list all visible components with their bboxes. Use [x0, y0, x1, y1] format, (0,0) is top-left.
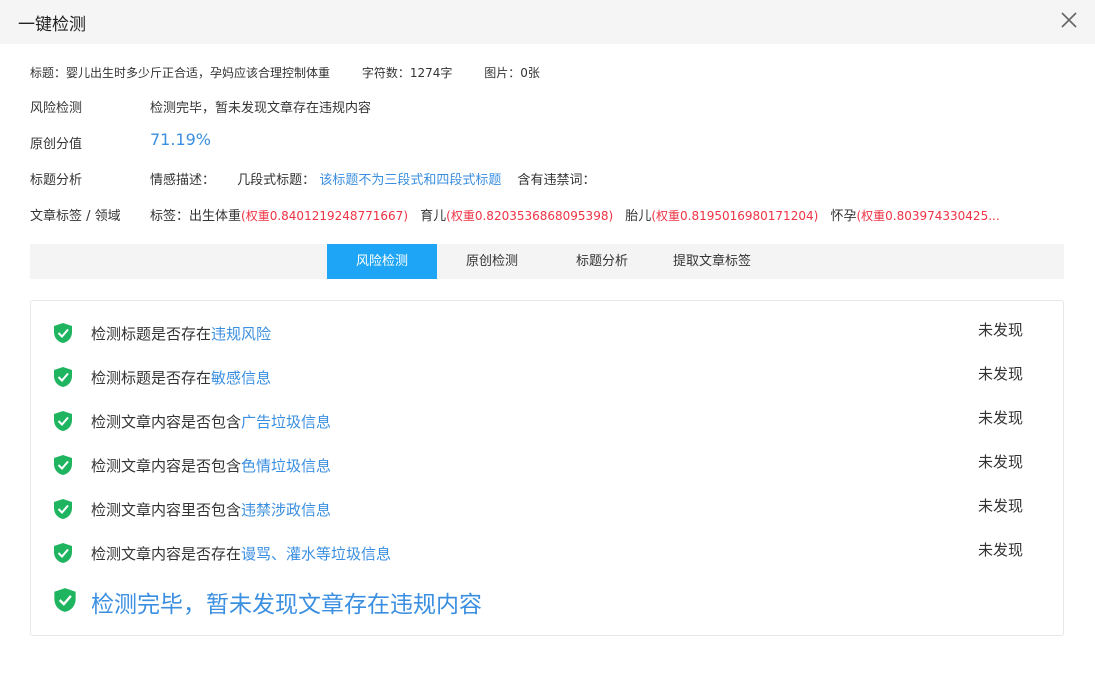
tab-extract-tags[interactable]: 提取文章标签 — [657, 244, 767, 279]
check-prefix: 检测标题是否存在 — [91, 325, 212, 343]
check-item: 检测文章内容是否存在谩骂、灌水等垃圾信息 未发现 — [53, 541, 1043, 566]
close-icon[interactable] — [1059, 10, 1079, 30]
check-status: 未发现 — [977, 321, 1023, 339]
tag-name: 胎儿 — [625, 209, 652, 224]
check-text: 检测文章内容是否包含色情垃圾信息 — [91, 455, 331, 476]
check-status: 未发现 — [977, 365, 1023, 383]
title-analysis-values: 情感描述： 几段式标题： 该标题不为三段式和四段式标题 含有违禁词： — [150, 169, 595, 188]
tag-name: 出生体重 — [189, 209, 242, 224]
tag-weight: (权重0.8401219248771667) — [241, 209, 409, 223]
tab-bar: 风险检测 原创检测 标题分析 提取文章标签 — [30, 244, 1064, 279]
check-status: 未发现 — [977, 541, 1023, 559]
check-status: 未发现 — [977, 409, 1023, 427]
check-item: 检测文章内容是否包含色情垃圾信息 未发现 — [53, 453, 1043, 478]
dialog-header: 一键检测 — [0, 0, 1095, 44]
tag-weight: (权重0.803974330425... — [856, 209, 1000, 223]
originality-label: 原创分值 — [30, 137, 83, 152]
check-highlight: 敏感信息 — [211, 369, 272, 387]
shield-check-icon — [54, 455, 72, 475]
check-highlight: 广告垃圾信息 — [241, 413, 332, 431]
article-meta: 标题：婴儿出生时多少斤正合适，孕妈应该合理控制体重 字符数：1274字 图片：0… — [30, 64, 568, 81]
segment-value: 该标题不为三段式和四段式标题 — [319, 173, 502, 188]
shield-check-icon — [54, 543, 72, 563]
shield-check-icon — [54, 499, 72, 519]
emotion-label: 情感描述： — [150, 173, 216, 188]
check-text: 检测标题是否存在敏感信息 — [91, 367, 271, 388]
tag-weight: (权重0.8195016980171204) — [651, 209, 819, 223]
dialog-title: 一键检测 — [18, 15, 86, 35]
check-item: 检测标题是否存在违规风险 未发现 — [53, 321, 1043, 346]
tag-name: 育儿 — [420, 209, 447, 224]
check-prefix: 检测文章内容里否包含 — [91, 501, 242, 519]
title-analysis-label: 标题分析 — [30, 173, 83, 188]
final-message: 检测完毕，暂未发现文章存在违规内容 — [91, 592, 482, 618]
risk-value: 检测完毕，暂未发现文章存在违规内容 — [150, 101, 372, 116]
risk-check-panel: 检测标题是否存在违规风险 未发现 检测标题是否存在敏感信息 未发现 检测文章内容… — [30, 300, 1064, 636]
shield-check-icon — [54, 588, 76, 612]
check-status: 未发现 — [977, 453, 1023, 471]
image-count: 图片：0张 — [484, 66, 540, 80]
shield-check-icon — [54, 411, 72, 431]
tag-weight: (权重0.8203536868095398) — [446, 209, 614, 223]
check-status: 未发现 — [977, 497, 1023, 515]
check-text: 检测标题是否存在违规风险 — [91, 323, 271, 344]
tags-prefix: 标签： — [150, 209, 190, 224]
check-text: 检测文章内容里否包含违禁涉政信息 — [91, 499, 331, 520]
shield-check-icon — [54, 323, 72, 343]
check-item: 检测标题是否存在敏感信息 未发现 — [53, 365, 1043, 390]
check-item: 检测文章内容是否包含广告垃圾信息 未发现 — [53, 409, 1043, 434]
word-count: 字符数：1274字 — [361, 66, 453, 80]
check-item: 检测文章内容里否包含违禁涉政信息 未发现 — [53, 497, 1043, 522]
check-text: 检测文章内容是否存在谩骂、灌水等垃圾信息 — [91, 543, 391, 564]
risk-label: 风险检测 — [30, 101, 83, 116]
tab-originality-check[interactable]: 原创检测 — [437, 244, 547, 279]
check-prefix: 检测文章内容是否包含 — [91, 413, 242, 431]
tag-name: 怀孕 — [830, 209, 857, 224]
check-highlight: 违禁涉政信息 — [241, 501, 332, 519]
tab-risk-check[interactable]: 风险检测 — [327, 244, 437, 279]
article-title: 标题：婴儿出生时多少斤正合适，孕妈应该合理控制体重 — [30, 66, 331, 80]
segment-label: 几段式标题： — [237, 173, 316, 188]
banned-words-label: 含有违禁词： — [517, 173, 596, 188]
tags-values: 标签：出生体重(权重0.8401219248771667) 育儿(权重0.820… — [150, 205, 1000, 224]
check-prefix: 检测标题是否存在 — [91, 369, 212, 387]
originality-score: 71.19% — [150, 130, 212, 149]
tags-label: 文章标签 / 领域 — [30, 209, 121, 224]
check-prefix: 检测文章内容是否包含 — [91, 457, 242, 475]
check-text: 检测文章内容是否包含广告垃圾信息 — [91, 411, 331, 432]
check-highlight: 谩骂、灌水等垃圾信息 — [241, 545, 392, 563]
tab-title-analysis[interactable]: 标题分析 — [547, 244, 657, 279]
check-highlight: 违规风险 — [211, 325, 272, 343]
shield-check-icon — [54, 367, 72, 387]
check-highlight: 色情垃圾信息 — [241, 457, 332, 475]
check-prefix: 检测文章内容是否存在 — [91, 545, 242, 563]
